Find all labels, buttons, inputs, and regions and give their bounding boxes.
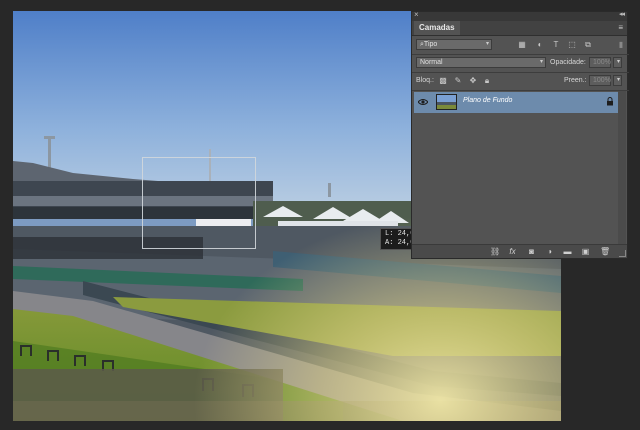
filter-toggle-icon[interactable]: ▮ [617,41,625,49]
tab-layers[interactable]: Camadas [414,21,460,35]
filter-kind-select[interactable]: ⌕Tipo ▾ [416,39,492,50]
panel-topbar[interactable]: × ◂◂ [412,10,627,21]
lock-position-icon[interactable]: ✥ [469,77,477,85]
filter-shape-icon[interactable]: ⬚ [568,41,576,49]
chevron-down-icon: ▾ [485,41,489,47]
lock-icon [607,97,613,106]
filter-smart-object-icon[interactable]: ⧉ [584,41,592,49]
trash-icon[interactable]: 🗑︎ [600,247,610,256]
filter-type-icon[interactable]: T [552,41,560,49]
fill-label: Preen.: [564,77,587,84]
selection-marquee[interactable] [142,157,256,249]
opacity-input[interactable]: 100% [589,57,611,68]
fill-slider-toggle[interactable]: ▾ [613,75,622,86]
mask-icon[interactable]: ◙ [527,247,536,256]
layer-row[interactable]: Plano de Fundo [414,92,618,113]
filter-pixel-icon[interactable]: ▦ [518,41,526,49]
lock-paint-icon[interactable]: ✎ [454,77,462,85]
fill-input[interactable]: 100% [589,75,611,86]
layer-name[interactable]: Plano de Fundo [463,97,512,104]
blend-mode-select[interactable]: Normal ▾ [416,57,546,68]
lock-transparency-icon[interactable]: ▩ [439,77,447,85]
fx-icon[interactable]: fx [508,247,517,256]
lock-row: Bloq.: ▩ ✎ ✥ 🔒︎ Preen.: 100% ▾ [412,73,629,89]
folder-icon[interactable]: ▬ [563,247,572,256]
chevron-down-icon: ▾ [539,59,543,65]
layers-scrollbar[interactable] [618,91,626,245]
opacity-slider-toggle[interactable]: ▾ [613,57,622,68]
new-layer-icon[interactable]: ▣ [581,247,590,256]
link-icon[interactable]: ⛓ [490,247,500,256]
lock-all-icon[interactable]: 🔒︎ [483,77,491,85]
collapse-icon[interactable]: ◂◂ [619,10,625,18]
filter-adjustment-icon[interactable]: ◐ [536,41,544,49]
divider [412,90,629,91]
layers-panel: × ◂◂ Camadas ≡ ⌕Tipo ▾ ▦ ◐ T ⬚ ⧉ ▮ Norma… [411,10,629,259]
panel-footer: ⛓ fx ◙ ◑ ▬ ▣ 🗑︎ [412,244,627,258]
chevron-down-icon: ▾ [616,77,620,83]
panel-menu-icon[interactable]: ≡ [618,23,623,32]
filter-kind-value: Tipo [423,41,438,48]
layer-thumbnail [436,94,457,110]
eye-icon[interactable] [418,98,428,106]
blend-row: Normal ▾ Opacidade: 100% ▾ [412,55,629,71]
chevron-down-icon: ▾ [616,59,620,65]
panel-tab-row: Camadas ≡ [412,21,627,36]
resize-grip[interactable] [619,250,626,257]
close-icon[interactable]: × [414,10,419,19]
adjustment-icon[interactable]: ◑ [545,247,554,256]
blend-mode-value: Normal [420,59,443,66]
filter-row: ⌕Tipo ▾ ▦ ◐ T ⬚ ⧉ ▮ [412,37,629,53]
lock-label: Bloq.: [416,77,434,84]
opacity-label: Opacidade: [550,59,586,66]
